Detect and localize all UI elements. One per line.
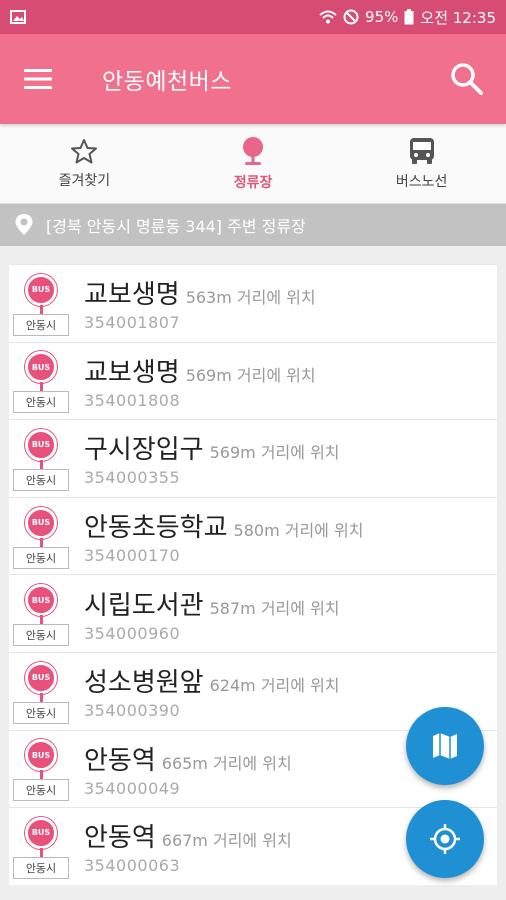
stop-badge: BUS 안동시 [9,265,69,342]
list-item[interactable]: BUS 안동시 시립도서관 587m 거리에 위치 354000960 [9,574,497,652]
stop-code: 354000355 [84,468,181,488]
location-text: [경북 안동시 명륜동 344] 주변 정류장 [46,217,306,236]
location-bar: [경북 안동시 명륜동 344] 주변 정류장 [0,204,506,246]
star-icon [71,138,98,163]
bus-stop-icon: BUS [25,428,57,461]
clock: 오전 12:35 [420,8,496,27]
tab-stops[interactable]: 정류장 [169,124,338,203]
my-location-fab-button[interactable] [406,800,484,878]
stop-badge: BUS 안동시 [9,342,69,419]
stop-code: 354000063 [84,856,181,876]
app-bar: 안동예천버스 [0,34,506,124]
battery-icon [404,9,414,25]
battery-percent: 95% [365,8,399,26]
stop-code: 354000170 [84,546,181,566]
bus-stop-icon: BUS [25,661,57,694]
stop-name: 안동역 [84,745,156,776]
wifi-icon [319,10,337,24]
city-tag: 안동시 [13,546,69,569]
bus-stop-icon: BUS [25,584,57,617]
list-item[interactable]: BUS 안동시 안동초등학교 580m 거리에 위치 354000170 [9,496,497,575]
bus-stop-icon: BUS [25,273,57,306]
stop-distance: 569m 거리에 위치 [209,443,340,463]
stop-badge: BUS 안동시 [9,653,69,730]
stop-distance: 587m 거리에 위치 [209,598,340,618]
bus-icon [409,137,434,164]
bus-stop-icon: BUS [25,739,57,772]
stop-name: 시립도서관 [84,590,204,621]
list-item[interactable]: BUS 안동시 교보생명 563m 거리에 위치 354001807 [9,264,497,342]
bus-stop-icon: BUS [25,506,57,539]
city-tag: 안동시 [13,313,69,336]
stop-badge: BUS 안동시 [9,498,69,575]
tab-bus-routes[interactable]: 버스노선 [337,124,506,203]
stop-name: 구시장입구 [84,435,204,466]
stop-distance: 563m 거리에 위치 [185,288,316,308]
stop-name: 안동초등학교 [84,513,228,544]
status-bar: 95% 오전 12:35 [0,0,506,34]
map-fab-button[interactable] [406,707,484,785]
tab-bar: 즐겨찾기 정류장 버스노선 [0,124,506,204]
stop-list: BUS 안동시 교보생명 563m 거리에 위치 354001807 BUS 안동… [9,264,497,885]
my-location-icon [430,824,460,854]
bus-stop-icon: BUS [25,351,57,384]
tab-favorites[interactable]: 즐겨찾기 [0,124,169,203]
stop-name: 성소병원앞 [84,668,204,699]
stop-distance: 667m 거리에 위치 [161,831,292,851]
stop-distance: 665m 거리에 위치 [161,753,292,773]
do-not-disturb-icon [343,9,359,25]
list-item[interactable]: BUS 안동시 구시장입구 569m 거리에 위치 354000355 [9,419,497,497]
stop-code: 354000390 [84,701,181,721]
city-tag: 안동시 [13,856,69,879]
city-tag: 안동시 [13,624,69,647]
stop-code: 354001807 [84,313,181,333]
tab-stops-label: 정류장 [233,174,273,191]
gallery-icon [10,10,26,24]
stop-badge: BUS 안동시 [9,420,69,497]
menu-icon[interactable] [24,68,54,90]
bus-stop-icon: BUS [25,816,57,849]
stop-name: 교보생명 [84,280,180,311]
stop-code: 354001808 [84,390,181,410]
map-icon [433,733,457,759]
stop-name: 교보생명 [84,357,180,388]
city-tag: 안동시 [13,779,69,802]
stop-badge: BUS 안동시 [9,575,69,652]
stop-distance: 624m 거리에 위치 [209,676,340,696]
location-pin-icon [15,214,33,235]
city-tag: 안동시 [13,391,69,414]
stop-name: 안동역 [84,823,156,854]
stop-badge: BUS 안동시 [9,808,69,885]
list-item[interactable]: BUS 안동시 교보생명 569m 거리에 위치 354001808 [9,341,497,420]
app-title: 안동예천버스 [102,69,232,95]
stop-code: 354000960 [84,623,181,643]
tab-bus-routes-label: 버스노선 [395,173,448,190]
city-tag: 안동시 [13,468,69,491]
tab-favorites-label: 즐겨찾기 [58,172,111,189]
stop-code: 354000049 [84,778,181,798]
stop-pin-icon [243,136,263,165]
stop-badge: BUS 안동시 [9,730,69,807]
search-icon[interactable] [450,62,484,96]
stop-distance: 580m 거리에 위치 [233,521,364,541]
stop-distance: 569m 거리에 위치 [185,365,316,385]
city-tag: 안동시 [13,701,69,724]
